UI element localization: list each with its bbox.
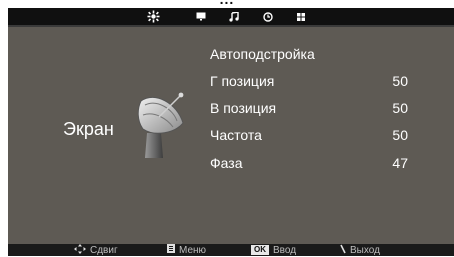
menu-tab-bar: [8, 8, 454, 27]
menu-item-h-position[interactable]: Г позиция 50: [210, 73, 420, 93]
item-value: 50: [392, 127, 408, 143]
exit-label: Выход: [350, 244, 380, 256]
arrows-icon: [74, 243, 86, 257]
menu-key-icon: [167, 244, 175, 256]
item-label: Автоподстройка: [210, 46, 315, 62]
cropped-header-text: ...: [0, 0, 454, 7]
item-value: 50: [392, 100, 408, 116]
footer-move-hint: Сдвиг: [74, 243, 118, 257]
menu-label: Меню: [179, 244, 207, 256]
enter-label: Ввод: [273, 244, 297, 256]
item-label: Фаза: [210, 155, 243, 171]
tv-screen-icon[interactable]: [194, 10, 208, 23]
footer-hints: Сдвиг Меню OK Ввод Выход: [8, 243, 454, 257]
exit-key-icon: [340, 244, 346, 257]
top-strip: ...: [0, 0, 454, 8]
item-value: 47: [392, 155, 408, 171]
lock-icon[interactable]: [294, 10, 308, 23]
music-note-icon[interactable]: [227, 10, 241, 23]
footer-menu-hint: Меню: [167, 244, 206, 256]
section-title: Экран: [63, 119, 114, 139]
menu-item-phase[interactable]: Фаза 47: [210, 155, 420, 175]
menu-item-auto-adjust[interactable]: Автоподстройка: [210, 46, 420, 66]
item-label: Г позиция: [210, 73, 275, 89]
clock-icon[interactable]: [261, 10, 275, 23]
settings-gear-icon[interactable]: [146, 10, 160, 23]
item-value: 50: [392, 73, 408, 89]
item-label: В позиция: [210, 100, 277, 116]
menu-item-frequency[interactable]: Частота 50: [210, 127, 420, 147]
item-label: Частота: [210, 127, 262, 143]
footer-exit-hint: Выход: [340, 244, 380, 256]
move-label: Сдвиг: [90, 244, 118, 256]
footer-enter-hint: OK Ввод: [251, 244, 296, 256]
settings-panel: Экран Автоподстройка Г позиция 50 В пози…: [8, 27, 454, 244]
ok-key-badge: OK: [251, 245, 269, 255]
satellite-dish-icon: [133, 89, 189, 159]
menu-item-v-position[interactable]: В позиция 50: [210, 100, 420, 120]
